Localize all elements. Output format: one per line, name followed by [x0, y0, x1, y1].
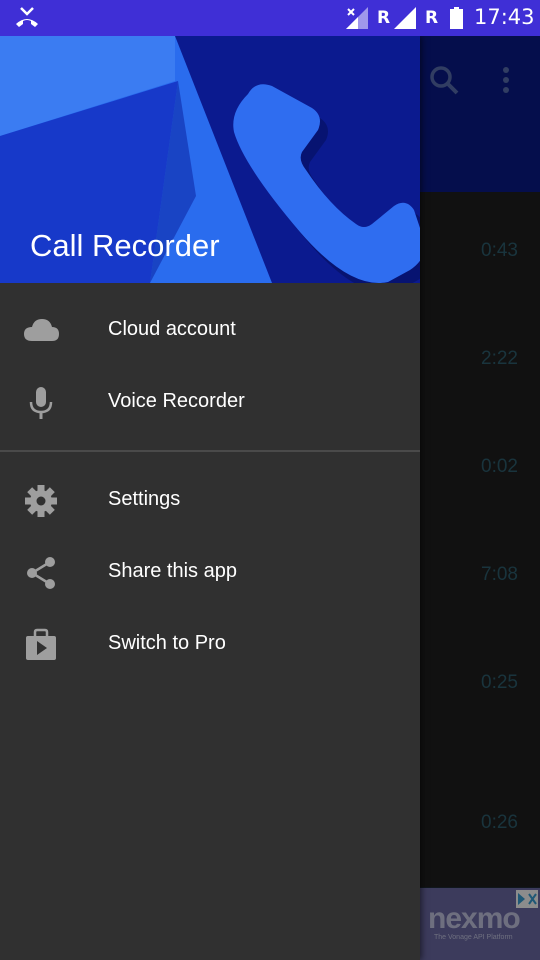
- gear-icon: [25, 485, 57, 517]
- signal-roaming-label: R: [377, 8, 391, 28]
- signal-icon: [394, 7, 416, 29]
- navigation-drawer: Call Recorder Cloud account Voice Record…: [0, 36, 420, 960]
- status-clock: 17:43: [474, 5, 535, 29]
- menu-item-label: Cloud account: [108, 318, 236, 340]
- drawer-divider: [0, 450, 420, 452]
- missed-call-icon: [16, 7, 38, 27]
- microphone-icon: [29, 387, 53, 419]
- menu-item-voice-recorder[interactable]: Voice Recorder: [0, 367, 420, 439]
- drawer-header: Call Recorder: [0, 36, 420, 283]
- signal-roaming-label: R: [425, 8, 439, 28]
- menu-item-switch-to-pro[interactable]: Switch to Pro: [0, 609, 420, 681]
- menu-item-label: Voice Recorder: [108, 390, 245, 412]
- menu-item-label: Switch to Pro: [108, 632, 226, 654]
- menu-item-share-app[interactable]: Share this app: [0, 537, 420, 609]
- drawer-title: Call Recorder: [30, 228, 220, 263]
- play-store-icon: [26, 628, 56, 660]
- share-icon: [27, 557, 55, 589]
- status-bar: R R 17:43: [0, 0, 540, 36]
- menu-item-cloud-account[interactable]: Cloud account: [0, 295, 420, 367]
- menu-item-settings[interactable]: Settings: [0, 465, 420, 537]
- menu-item-label: Share this app: [108, 560, 237, 582]
- signal-icon: [346, 7, 368, 29]
- cloud-icon: [24, 319, 59, 341]
- battery-icon: [450, 7, 463, 29]
- menu-item-label: Settings: [108, 488, 181, 510]
